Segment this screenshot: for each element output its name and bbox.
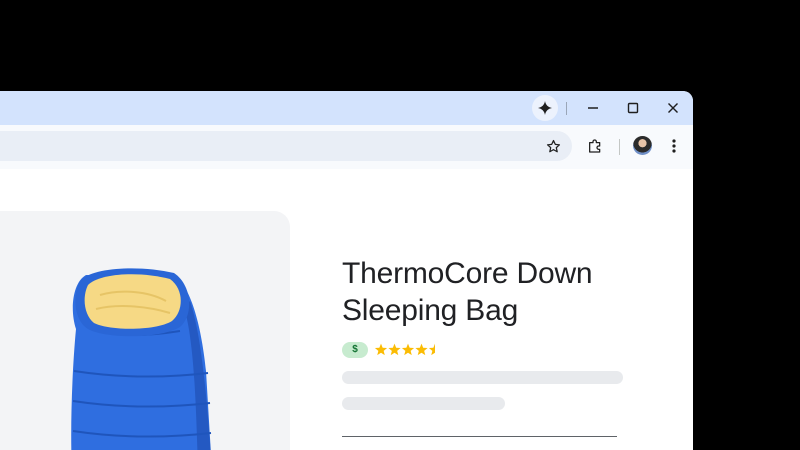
star-outline-icon — [546, 139, 560, 152]
maximize-icon — [627, 102, 639, 114]
product-title-line-1: ThermoCore Down — [342, 257, 593, 290]
star-icon — [388, 343, 401, 356]
extensions-button[interactable] — [582, 133, 608, 159]
star-icon — [401, 343, 415, 356]
title-bar — [0, 91, 693, 125]
page-content: ThermoCore Down Sleeping Bag $ — [0, 169, 693, 450]
close-icon — [668, 103, 678, 113]
star-icon — [374, 343, 388, 356]
product-title: ThermoCore Down Sleeping Bag — [342, 255, 642, 329]
description-placeholder-line — [342, 397, 505, 410]
section-divider — [342, 436, 617, 437]
star-icon — [428, 343, 435, 356]
product-title-line-2: Sleeping Bag — [342, 294, 519, 327]
gemini-sparkle-icon — [538, 101, 552, 115]
puzzle-piece-icon — [589, 139, 601, 153]
star-icon — [415, 343, 428, 356]
titlebar-divider — [566, 102, 567, 115]
three-dot-menu-icon — [672, 139, 676, 153]
maximize-button[interactable] — [620, 95, 646, 121]
sleeping-bag-image — [71, 268, 212, 450]
description-placeholder-line — [342, 371, 623, 384]
close-button[interactable] — [660, 95, 686, 121]
menu-button[interactable] — [661, 133, 687, 159]
price-badge: $ — [342, 342, 368, 358]
browser-toolbar — [0, 125, 693, 203]
gemini-button[interactable] — [532, 95, 558, 121]
price-rating-row: $ — [342, 342, 444, 358]
product-image-card[interactable] — [0, 211, 290, 450]
browser-window: ThermoCore Down Sleeping Bag $ — [0, 91, 693, 450]
star-rating — [374, 343, 435, 356]
address-bar[interactable] — [0, 131, 572, 161]
bookmark-button[interactable] — [540, 133, 566, 159]
minimize-icon — [588, 107, 598, 109]
toolbar-divider — [619, 139, 620, 155]
minimize-button[interactable] — [580, 95, 606, 121]
avatar[interactable] — [633, 136, 652, 155]
